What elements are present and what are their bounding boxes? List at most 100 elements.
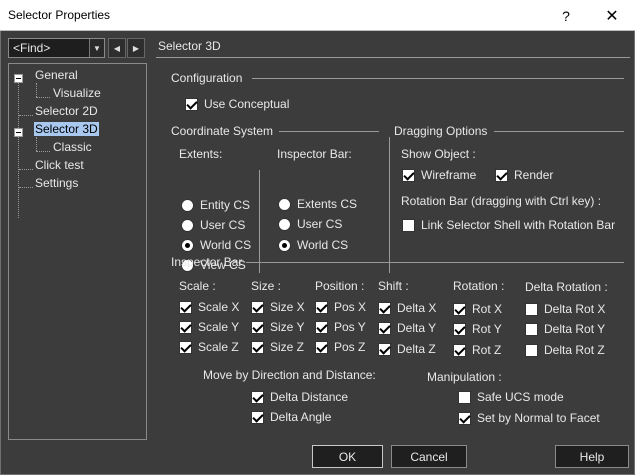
checkbox-box[interactable]	[453, 302, 466, 316]
checkbox-label: Delta Z	[397, 342, 436, 356]
checkbox-label: Rot Y	[472, 322, 502, 336]
checkbox-box[interactable]	[179, 340, 192, 354]
checkbox-box[interactable]	[315, 340, 328, 354]
render-checkbox[interactable]: Render	[495, 168, 553, 182]
find-value: <Find>	[13, 41, 51, 55]
use-conceptual-label: Use Conceptual	[204, 97, 290, 111]
checkbox-box[interactable]	[458, 390, 471, 404]
radio-label: Entity CS	[200, 198, 251, 212]
checkbox-box[interactable]	[251, 320, 264, 334]
tree-item-click-test[interactable]: Click test	[35, 158, 84, 172]
tree-item-classic[interactable]: Classic	[53, 140, 92, 154]
link-selector-shell-checkbox[interactable]: Link Selector Shell with Rotation Bar	[402, 218, 615, 232]
delta-rot-z-checkbox[interactable]: Delta Rot Z	[525, 343, 605, 357]
checkbox-box[interactable]	[525, 343, 538, 357]
checkbox-label: Pos Z	[334, 340, 366, 354]
rot-z-checkbox[interactable]: Rot Z	[453, 343, 501, 357]
radio-user-cs[interactable]: User CS	[181, 218, 245, 232]
delta-x-checkbox[interactable]: Delta X	[378, 301, 436, 315]
divider	[156, 57, 630, 58]
rot-x-checkbox[interactable]: Rot X	[453, 302, 502, 316]
radio-world-cs[interactable]: World CS	[181, 238, 251, 252]
use-conceptual-checkbox[interactable]: Use Conceptual	[185, 97, 289, 111]
checkbox-box[interactable]	[378, 342, 391, 356]
checkbox-box[interactable]	[251, 300, 264, 314]
size-z-checkbox[interactable]: Size Z	[251, 340, 304, 354]
checkbox-box[interactable]	[185, 97, 198, 111]
ok-button[interactable]: OK	[312, 445, 383, 468]
scale-x-checkbox[interactable]: Scale X	[179, 300, 239, 314]
radio-circle[interactable]	[278, 197, 291, 211]
checkbox-box[interactable]	[402, 168, 415, 182]
find-combo[interactable]: <Find> ▼	[8, 38, 105, 58]
checkbox-box[interactable]	[458, 411, 471, 425]
radio-circle[interactable]	[181, 238, 194, 252]
delta-z-checkbox[interactable]: Delta Z	[378, 342, 436, 356]
tree-item-selector-3d[interactable]: Selector 3D	[34, 122, 99, 136]
delta-angle-checkbox[interactable]: Delta Angle	[251, 410, 331, 424]
radio-circle[interactable]	[181, 198, 194, 212]
rot-y-checkbox[interactable]: Rot Y	[453, 322, 502, 336]
pos-y-checkbox[interactable]: Pos Y	[315, 320, 366, 334]
checkbox-box[interactable]	[251, 340, 264, 354]
radio-inspector-world-cs[interactable]: World CS	[278, 238, 348, 252]
checkbox-box[interactable]	[251, 410, 264, 424]
radio-inspector-user-cs[interactable]: User CS	[278, 217, 342, 231]
checkbox-box[interactable]	[315, 300, 328, 314]
checkbox-box[interactable]	[453, 322, 466, 336]
delta-y-checkbox[interactable]: Delta Y	[378, 321, 436, 335]
shift-column-header: Shift :	[378, 279, 409, 293]
delta-rot-x-checkbox[interactable]: Delta Rot X	[525, 302, 605, 316]
tree-item-selector-2d[interactable]: Selector 2D	[35, 104, 98, 118]
radio-circle[interactable]	[278, 238, 291, 252]
checkbox-label: Scale X	[198, 300, 240, 314]
radio-label: Extents CS	[297, 197, 358, 211]
scale-column-header: Scale :	[179, 279, 216, 293]
checkbox-box[interactable]	[453, 343, 466, 357]
size-x-checkbox[interactable]: Size X	[251, 300, 305, 314]
tree-item-general[interactable]: General	[35, 68, 78, 82]
safe-ucs-checkbox[interactable]: Safe UCS mode	[458, 390, 564, 404]
divider	[259, 170, 260, 273]
tree-item-visualize[interactable]: Visualize	[53, 86, 101, 100]
nav-next-button[interactable]: ▶	[127, 38, 145, 58]
size-y-checkbox[interactable]: Size Y	[251, 320, 304, 334]
help-icon[interactable]: ?	[543, 0, 589, 31]
checkbox-label: Delta X	[397, 301, 437, 315]
checkbox-box[interactable]	[402, 218, 415, 232]
scale-y-checkbox[interactable]: Scale Y	[179, 320, 239, 334]
checkbox-box[interactable]	[179, 320, 192, 334]
radio-circle[interactable]	[181, 218, 194, 232]
tree-item-settings[interactable]: Settings	[35, 176, 78, 190]
pos-x-checkbox[interactable]: Pos X	[315, 300, 366, 314]
render-label: Render	[514, 168, 554, 182]
checkbox-box[interactable]	[378, 301, 391, 315]
wireframe-checkbox[interactable]: Wireframe	[402, 168, 476, 182]
pos-z-checkbox[interactable]: Pos Z	[315, 340, 365, 354]
collapse-icon[interactable]	[14, 128, 23, 137]
radio-circle[interactable]	[278, 217, 291, 231]
checkbox-box[interactable]	[495, 168, 508, 182]
checkbox-box[interactable]	[525, 302, 538, 316]
checkbox-box[interactable]	[251, 390, 264, 404]
radio-inspector-extents-cs[interactable]: Extents CS	[278, 197, 357, 211]
radio-entity-cs[interactable]: Entity CS	[181, 198, 250, 212]
chevron-down-icon[interactable]: ▼	[89, 39, 104, 57]
checkbox-box[interactable]	[315, 320, 328, 334]
scale-z-checkbox[interactable]: Scale Z	[179, 340, 239, 354]
checkbox-box[interactable]	[378, 321, 391, 335]
extents-label: Extents:	[179, 147, 223, 161]
category-tree[interactable]: General Visualize Selector 2D Selector 3…	[8, 63, 147, 440]
checkbox-box[interactable]	[525, 322, 538, 336]
close-icon[interactable]: ✕	[589, 0, 635, 31]
checkbox-box[interactable]	[179, 300, 192, 314]
delta-rot-y-checkbox[interactable]: Delta Rot Y	[525, 322, 605, 336]
position-column-header: Position :	[315, 279, 365, 293]
checkbox-label: Delta Rot Y	[544, 322, 606, 336]
set-by-normal-checkbox[interactable]: Set by Normal to Facet	[458, 411, 600, 425]
help-button[interactable]: Help	[555, 445, 629, 468]
cancel-button[interactable]: Cancel	[391, 445, 467, 468]
delta-distance-checkbox[interactable]: Delta Distance	[251, 390, 348, 404]
collapse-icon[interactable]	[14, 74, 23, 83]
nav-prev-button[interactable]: ◀	[108, 38, 126, 58]
